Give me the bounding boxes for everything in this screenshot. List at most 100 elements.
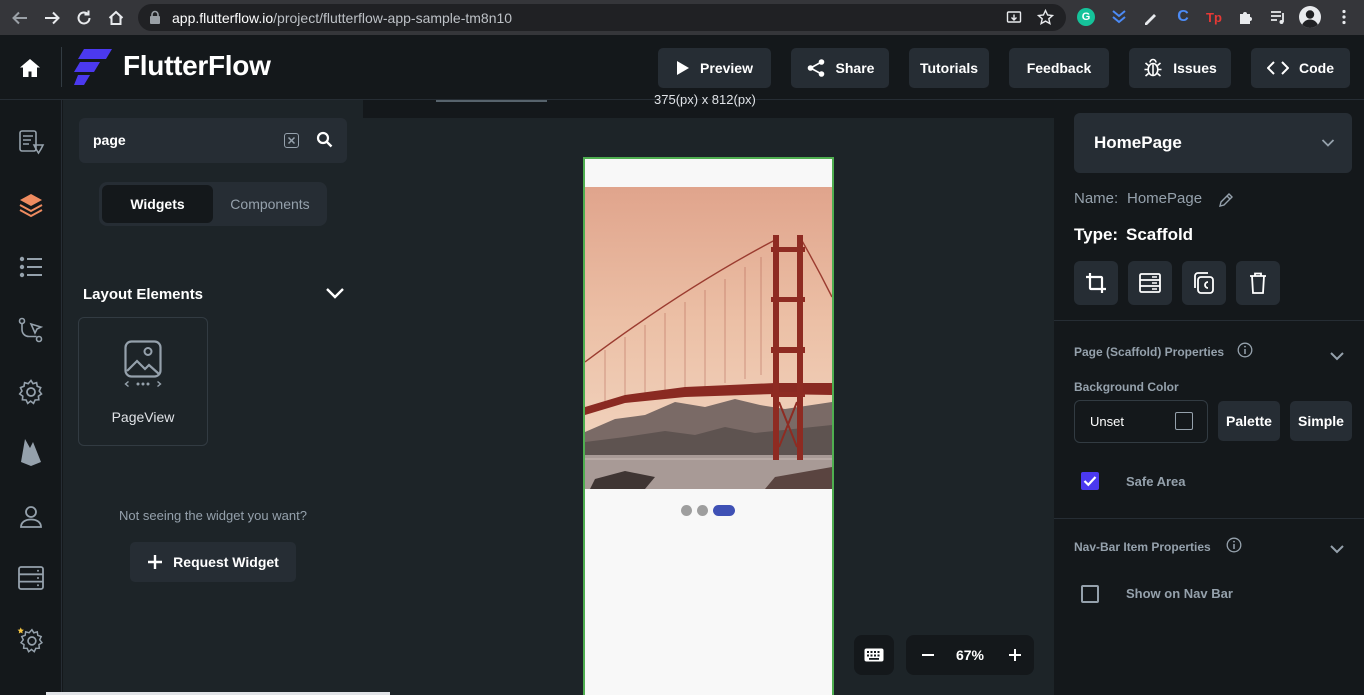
share-button[interactable]: Share <box>791 48 889 88</box>
user-icon[interactable] <box>17 503 45 531</box>
layout-elements-title: Layout Elements <box>83 286 204 303</box>
chevron-down-icon <box>1321 139 1335 147</box>
settings-icon[interactable] <box>17 378 45 406</box>
request-widget-button[interactable]: Request Widget <box>130 542 296 582</box>
pageview-icon <box>124 340 162 388</box>
browser-menu-icon[interactable] <box>1335 8 1353 26</box>
grammarly-icon[interactable]: G <box>1077 8 1095 26</box>
preview-button[interactable]: Preview <box>658 48 771 88</box>
feedback-label: Feedback <box>1026 60 1092 76</box>
install-app-icon[interactable] <box>1006 10 1022 26</box>
search-icon[interactable] <box>316 131 333 148</box>
background-color-label: Background Color <box>1074 380 1179 394</box>
forward-button[interactable] <box>39 5 65 31</box>
checkmark-icon <box>1083 476 1097 487</box>
database-icon[interactable] <box>17 564 45 592</box>
tab-widgets[interactable]: Widgets <box>102 185 213 223</box>
palette-label: Palette <box>1226 413 1272 429</box>
zoom-in-icon[interactable] <box>1008 648 1022 662</box>
lock-icon <box>150 10 160 24</box>
delete-button[interactable] <box>1236 261 1280 305</box>
extension-chevrons-icon[interactable] <box>1110 8 1128 26</box>
profile-avatar[interactable] <box>1299 6 1321 28</box>
chevron-down-icon[interactable] <box>1328 540 1346 558</box>
keyboard-shortcuts-button[interactable] <box>854 635 894 675</box>
reload-button[interactable] <box>71 5 97 31</box>
back-arrow-icon <box>12 11 27 25</box>
flow-icon[interactable] <box>17 316 45 344</box>
clear-search-button[interactable] <box>284 133 299 148</box>
media-queue-icon[interactable] <box>1269 8 1287 26</box>
background-color-picker[interactable]: Unset <box>1074 400 1208 443</box>
home-icon[interactable] <box>19 58 41 78</box>
page-indicator-dot <box>681 505 692 516</box>
info-icon[interactable] <box>1237 342 1253 358</box>
storage-button[interactable] <box>1128 261 1172 305</box>
firebase-icon[interactable] <box>17 438 45 466</box>
share-label: Share <box>835 60 875 76</box>
forward-arrow-icon <box>45 11 60 25</box>
show-on-navbar-checkbox[interactable] <box>1081 585 1099 603</box>
url-host: app.flutterflow.io <box>172 10 274 26</box>
search-input[interactable] <box>93 130 273 150</box>
theme-icon[interactable] <box>17 128 45 156</box>
share-icon <box>807 59 824 77</box>
left-nav-rail <box>0 100 62 695</box>
bridge-photo <box>585 187 832 489</box>
app-header: FlutterFlow Preview Share Tutorials Feed… <box>0 35 1364 100</box>
code-button[interactable]: Code <box>1251 48 1350 88</box>
widget-search-box <box>79 118 347 163</box>
toolbar-tab-indicator <box>436 100 547 102</box>
chevron-down-icon[interactable] <box>1328 347 1346 365</box>
color-swatch <box>1175 412 1193 430</box>
pageview-widget-card[interactable]: PageView <box>78 317 208 446</box>
design-canvas: 375(px) x 812(px) 67% <box>363 92 1054 695</box>
chevron-down-icon[interactable] <box>325 286 345 300</box>
device-size-text: 375(px) x 812(px) <box>654 92 756 107</box>
tutorials-button[interactable]: Tutorials <box>909 48 989 88</box>
bookmark-star-icon[interactable] <box>1037 9 1054 26</box>
address-bar[interactable]: app.flutterflow.io/project/flutterflow-a… <box>138 4 1066 31</box>
info-icon[interactable] <box>1226 537 1242 553</box>
back-button[interactable] <box>7 5 33 31</box>
tutorials-label: Tutorials <box>919 60 979 76</box>
request-widget-label: Request Widget <box>173 554 279 570</box>
api-gear-icon[interactable] <box>17 626 45 654</box>
page-selector[interactable]: HomePage <box>1074 113 1352 173</box>
c-extension-icon[interactable]: C <box>1174 8 1192 26</box>
divider <box>1054 320 1364 321</box>
zoom-controls: 67% <box>906 635 1034 675</box>
crop-button[interactable] <box>1074 261 1118 305</box>
url-text: app.flutterflow.io/project/flutterflow-a… <box>172 10 512 26</box>
copy-button[interactable] <box>1182 261 1226 305</box>
tp-extension-icon[interactable]: Tp <box>1205 8 1223 26</box>
zoom-level: 67% <box>955 647 985 663</box>
safe-area-label: Safe Area <box>1126 474 1186 489</box>
issues-button[interactable]: Issues <box>1129 48 1231 88</box>
crop-icon <box>1086 273 1106 293</box>
page-indicator-dot <box>697 505 708 516</box>
name-label: Name: <box>1074 190 1119 207</box>
phone-preview[interactable] <box>583 157 834 695</box>
tab-components[interactable]: Components <box>216 185 324 223</box>
layers-icon[interactable] <box>17 191 45 219</box>
edit-pencil-icon[interactable] <box>1218 192 1234 208</box>
simple-button[interactable]: Simple <box>1290 401 1352 441</box>
pen-extension-icon[interactable] <box>1142 8 1160 26</box>
feedback-button[interactable]: Feedback <box>1009 48 1109 88</box>
puzzle-icon[interactable] <box>1237 8 1255 26</box>
profile-icon <box>1301 10 1319 28</box>
tab-components-label: Components <box>230 196 310 212</box>
list-icon[interactable] <box>17 253 45 281</box>
logo-text: FlutterFlow <box>123 50 271 81</box>
safe-area-checkbox[interactable] <box>1081 472 1099 490</box>
storage-icon <box>1139 273 1161 293</box>
show-on-navbar-label: Show on Nav Bar <box>1126 586 1233 601</box>
zoom-out-icon[interactable] <box>921 648 935 662</box>
scaffold-section-title: Page (Scaffold) Properties <box>1074 345 1225 359</box>
pageview-label: PageView <box>111 409 175 425</box>
type-label: Type: <box>1074 225 1119 244</box>
palette-button[interactable]: Palette <box>1218 401 1280 441</box>
home-button[interactable] <box>103 5 129 31</box>
browser-toolbar: app.flutterflow.io/project/flutterflow-a… <box>0 0 1364 35</box>
